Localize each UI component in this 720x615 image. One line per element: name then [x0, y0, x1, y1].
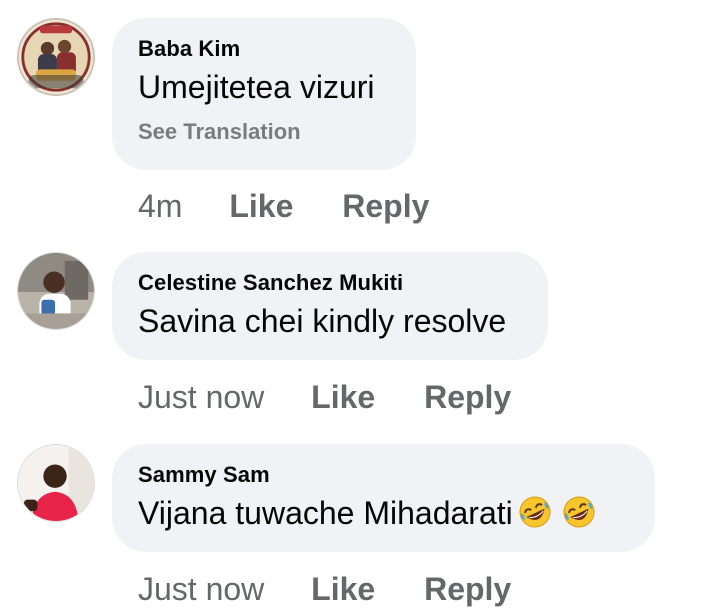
- comment-text-body: Vijana tuwache Mihadarati: [138, 495, 513, 531]
- comment-actions: 4m Like Reply: [138, 188, 429, 224]
- comment-actions: Just now Like Reply: [138, 571, 511, 607]
- comment-text: Umejitetea vizuri: [138, 69, 375, 105]
- avatar[interactable]: [17, 444, 95, 522]
- reply-button[interactable]: Reply: [342, 188, 429, 224]
- profile-photo-icon: [19, 20, 93, 94]
- reply-button[interactable]: Reply: [424, 379, 511, 415]
- rolling-on-floor-laughing-icon: [517, 494, 553, 530]
- avatar[interactable]: [17, 252, 95, 330]
- comment-text: Savina chei kindly resolve: [138, 303, 507, 339]
- comment-timestamp[interactable]: 4m: [138, 188, 182, 224]
- like-button[interactable]: Like: [229, 188, 293, 224]
- comment-bubble: Sammy Sam Vijana tuwache Mihadarati: [112, 444, 655, 552]
- see-translation-link[interactable]: See Translation: [138, 119, 390, 145]
- profile-photo-icon: [18, 445, 94, 521]
- comment-timestamp[interactable]: Just now: [138, 379, 264, 415]
- like-button[interactable]: Like: [311, 379, 375, 415]
- comment-author[interactable]: Baba Kim: [138, 36, 390, 62]
- avatar[interactable]: [17, 18, 95, 96]
- comment-actions: Just now Like Reply: [138, 379, 511, 415]
- rolling-on-floor-laughing-icon: [561, 494, 597, 530]
- comment-timestamp[interactable]: Just now: [138, 571, 264, 607]
- like-button[interactable]: Like: [311, 571, 375, 607]
- comment-author[interactable]: Sammy Sam: [138, 462, 629, 488]
- comment-author[interactable]: Celestine Sanchez Mukiti: [138, 270, 522, 296]
- comment-text: Vijana tuwache Mihadarati: [138, 493, 629, 533]
- comment-bubble: Baba Kim Umejitetea vizuri See Translati…: [112, 18, 416, 170]
- profile-photo-icon: [18, 253, 94, 329]
- comment-bubble: Celestine Sanchez Mukiti Savina chei kin…: [112, 252, 548, 360]
- reply-button[interactable]: Reply: [424, 571, 511, 607]
